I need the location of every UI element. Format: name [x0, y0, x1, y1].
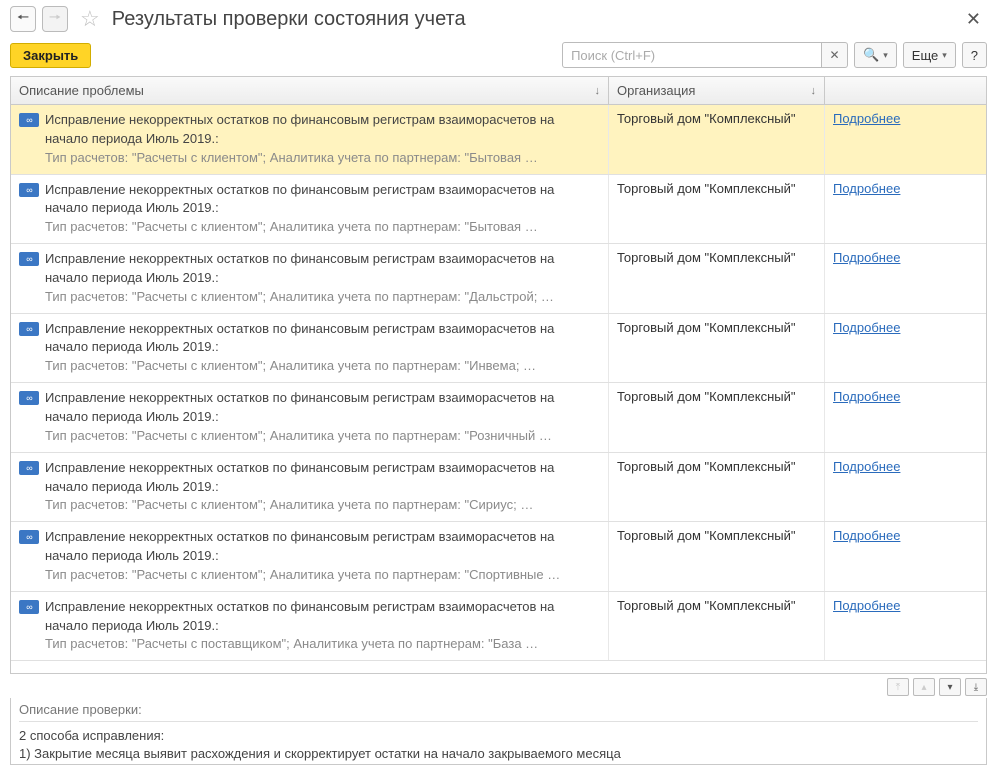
row-icon: ∞	[19, 322, 39, 336]
row-icon: ∞	[19, 530, 39, 544]
details-link[interactable]: Подробнее	[833, 389, 900, 404]
row-description: Исправление некорректных остатков по фин…	[45, 459, 600, 516]
details-link[interactable]: Подробнее	[833, 111, 900, 126]
row-organization: Торговый дом "Комплексный"	[609, 105, 825, 174]
more-label: Еще	[912, 48, 938, 63]
grid-first-button[interactable]: ⤒	[887, 678, 909, 696]
row-description: Исправление некорректных остатков по фин…	[45, 250, 600, 307]
check-description-line: 1) Закрытие месяца выявит расхождения и …	[19, 746, 978, 761]
column-header-organization[interactable]: Организация ↓	[609, 77, 825, 104]
row-organization: Торговый дом "Комплексный"	[609, 244, 825, 313]
grid-up-button[interactable]: ▴	[913, 678, 935, 696]
sort-arrow-icon: ↓	[811, 85, 817, 97]
row-organization: Торговый дом "Комплексный"	[609, 522, 825, 591]
row-icon: ∞	[19, 252, 39, 266]
results-grid: Описание проблемы ↓ Организация ↓ ∞ Испра…	[10, 76, 987, 674]
row-description: Исправление некорректных остатков по фин…	[45, 320, 600, 377]
row-icon: ∞	[19, 183, 39, 197]
details-link[interactable]: Подробнее	[833, 598, 900, 613]
details-link[interactable]: Подробнее	[833, 320, 900, 335]
search-clear-button[interactable]: ✕	[822, 42, 848, 68]
details-link[interactable]: Подробнее	[833, 528, 900, 543]
help-button[interactable]: ?	[962, 42, 987, 68]
row-icon: ∞	[19, 391, 39, 405]
table-row[interactable]: ∞ Исправление некорректных остатков по фи…	[11, 522, 986, 592]
details-link[interactable]: Подробнее	[833, 459, 900, 474]
sort-arrow-icon: ↓	[595, 85, 601, 97]
details-link[interactable]: Подробнее	[833, 250, 900, 265]
column-header-description[interactable]: Описание проблемы ↓	[11, 77, 609, 104]
row-description: Исправление некорректных остатков по фин…	[45, 389, 600, 446]
check-description-line: 2 способа исправления:	[19, 728, 978, 743]
table-row[interactable]: ∞ Исправление некорректных остатков по фи…	[11, 244, 986, 314]
table-row[interactable]: ∞ Исправление некорректных остатков по фи…	[11, 592, 986, 662]
grid-header: Описание проблемы ↓ Организация ↓	[11, 77, 986, 105]
row-organization: Торговый дом "Комплексный"	[609, 592, 825, 661]
row-organization: Торговый дом "Комплексный"	[609, 383, 825, 452]
row-icon: ∞	[19, 600, 39, 614]
chevron-down-icon: ▾	[883, 50, 888, 61]
row-description: Исправление некорректных остатков по фин…	[45, 181, 600, 238]
column-header-details[interactable]	[825, 77, 986, 104]
grid-last-button[interactable]: ⤓	[965, 678, 987, 696]
row-icon: ∞	[19, 461, 39, 475]
forward-button[interactable]: 🠖	[42, 6, 68, 32]
row-description: Исправление некорректных остатков по фин…	[45, 111, 600, 168]
row-organization: Торговый дом "Комплексный"	[609, 314, 825, 383]
page-title: Результаты проверки состояния учета	[112, 8, 466, 31]
search-options-button[interactable]: 🔍 ▾	[854, 42, 897, 68]
row-description: Исправление некорректных остатков по фин…	[45, 598, 600, 655]
favorite-icon[interactable]: ☆	[80, 6, 100, 32]
table-row[interactable]: ∞ Исправление некорректных остатков по фи…	[11, 105, 986, 175]
table-row[interactable]: ∞ Исправление некорректных остатков по фи…	[11, 175, 986, 245]
check-description-panel: Описание проверки: 2 способа исправления…	[10, 698, 987, 765]
row-description: Исправление некорректных остатков по фин…	[45, 528, 600, 585]
more-button[interactable]: Еще ▾	[903, 42, 956, 68]
row-organization: Торговый дом "Комплексный"	[609, 175, 825, 244]
row-icon: ∞	[19, 113, 39, 127]
table-row[interactable]: ∞ Исправление некорректных остатков по фи…	[11, 314, 986, 384]
grid-down-button[interactable]: ▾	[939, 678, 961, 696]
check-description-label: Описание проверки:	[19, 702, 978, 722]
details-link[interactable]: Подробнее	[833, 181, 900, 196]
table-row[interactable]: ∞ Исправление некорректных остатков по фи…	[11, 383, 986, 453]
chevron-down-icon: ▾	[942, 50, 947, 61]
back-button[interactable]: 🠔	[10, 6, 36, 32]
row-organization: Торговый дом "Комплексный"	[609, 453, 825, 522]
magnifier-icon: 🔍	[863, 47, 879, 63]
close-icon[interactable]: ✕	[960, 9, 987, 30]
table-row[interactable]: ∞ Исправление некорректных остатков по фи…	[11, 453, 986, 523]
search-input[interactable]	[562, 42, 822, 68]
close-button[interactable]: Закрыть	[10, 43, 91, 68]
